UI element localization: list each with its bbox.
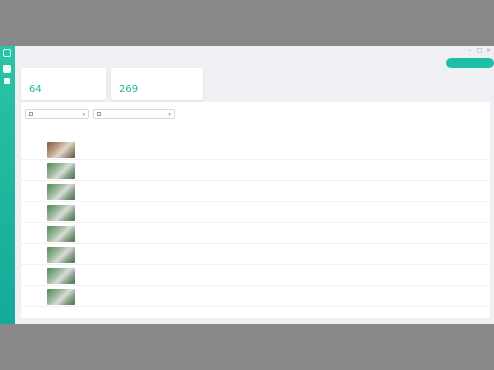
stat-card: 269: [111, 68, 203, 100]
table-row[interactable]: [21, 287, 490, 307]
table-panel: ▾ ▾: [21, 102, 490, 318]
app-window: – □ × 64 269 ▾ ▾: [0, 46, 494, 324]
table-row[interactable]: [21, 140, 490, 160]
sidebar: [0, 46, 15, 324]
stat-value: 269: [119, 84, 139, 95]
chevron-down-icon: ▾: [168, 112, 171, 118]
main-content: 64 269 ▾ ▾: [15, 46, 494, 324]
chevron-down-icon: ▾: [82, 112, 85, 118]
snapshot-thumbnail[interactable]: [47, 184, 75, 200]
snapshot-thumbnail[interactable]: [47, 163, 75, 179]
date-filter-select[interactable]: ▾: [93, 109, 175, 119]
table-row[interactable]: [21, 245, 490, 265]
snapshot-thumbnail[interactable]: [47, 226, 75, 242]
table-row[interactable]: [21, 182, 490, 202]
snapshot-thumbnail[interactable]: [47, 289, 75, 305]
filter-icon: [29, 111, 33, 116]
snapshot-thumbnail[interactable]: [47, 247, 75, 263]
sidebar-item-user[interactable]: [3, 65, 11, 73]
sidebar-item-document[interactable]: [4, 78, 10, 84]
add-button[interactable]: [446, 58, 494, 68]
table-row[interactable]: [21, 224, 490, 244]
app-logo-icon: [3, 49, 11, 57]
stat-value: 64: [29, 84, 42, 95]
table-row[interactable]: [21, 266, 490, 286]
calendar-icon: [97, 111, 101, 116]
snapshot-thumbnail[interactable]: [47, 268, 75, 284]
table-row[interactable]: [21, 203, 490, 223]
snapshot-thumbnail[interactable]: [47, 205, 75, 221]
type-filter-select[interactable]: ▾: [25, 109, 89, 119]
table-row[interactable]: [21, 161, 490, 181]
stat-card: 64: [21, 68, 106, 100]
table-header: [21, 126, 490, 134]
snapshot-thumbnail[interactable]: [47, 142, 75, 158]
